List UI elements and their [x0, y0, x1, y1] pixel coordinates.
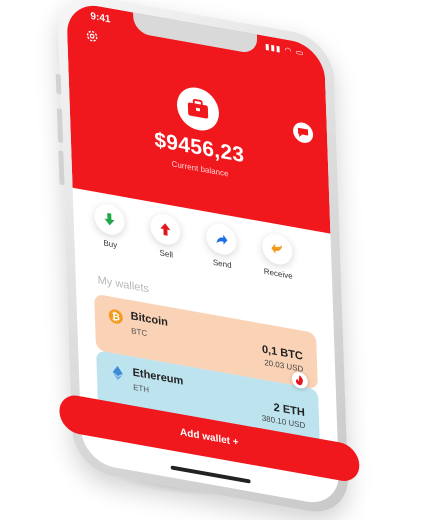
- briefcase-icon: [187, 99, 209, 119]
- sell-button[interactable]: [149, 211, 181, 248]
- buy-label: Buy: [103, 238, 118, 250]
- signal-icon: ▮▮▮: [264, 41, 282, 54]
- phone-mockup: 9:41 ▮▮▮ ◠ ▭ $9456,23 Current balance Bu…: [55, 0, 360, 519]
- chat-button[interactable]: [292, 120, 314, 145]
- sell-action[interactable]: Sell: [141, 210, 191, 263]
- wallet-symbol: ETH: [132, 382, 150, 395]
- arrow-receive-icon: [271, 243, 283, 254]
- receive-label: Receive: [263, 266, 293, 281]
- wifi-icon: ◠: [284, 45, 293, 56]
- wallets-section-title: My wallets: [97, 274, 150, 296]
- arrow-up-icon: [160, 223, 171, 236]
- buy-action[interactable]: Buy: [85, 200, 135, 253]
- buy-button[interactable]: [93, 201, 125, 238]
- bitcoin-icon: ₿: [108, 309, 123, 324]
- status-time: 9:41: [90, 10, 111, 26]
- receive-action[interactable]: Receive: [253, 230, 303, 283]
- mute-switch: [55, 73, 62, 95]
- ethereum-icon: [112, 365, 123, 380]
- arrow-down-icon: [104, 212, 115, 226]
- send-action[interactable]: Send: [197, 220, 247, 273]
- svg-text:₿: ₿: [112, 310, 121, 323]
- wallet-badge: [176, 84, 220, 134]
- send-button[interactable]: [205, 221, 237, 258]
- chat-bubble-icon: [297, 127, 309, 138]
- arrow-send-icon: [216, 234, 228, 245]
- battery-icon: ▭: [295, 47, 305, 58]
- sell-label: Sell: [159, 248, 174, 260]
- send-label: Send: [212, 257, 232, 271]
- wallet-symbol: BTC: [131, 326, 148, 339]
- receive-button[interactable]: [261, 231, 293, 267]
- fire-icon: [295, 375, 303, 386]
- settings-gear-icon[interactable]: [85, 28, 99, 45]
- wallet-name: Bitcoin: [130, 310, 169, 329]
- status-icons: ▮▮▮ ◠ ▭: [265, 42, 305, 58]
